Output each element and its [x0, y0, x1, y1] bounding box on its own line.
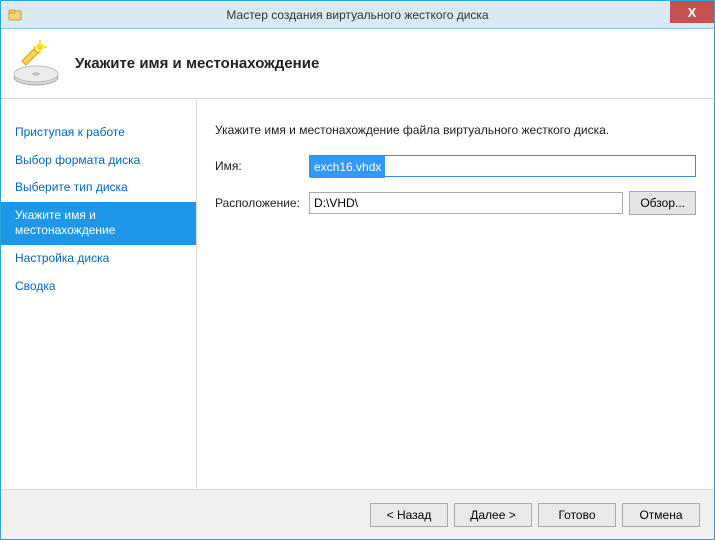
- close-icon: X: [688, 5, 697, 20]
- disk-icon: [11, 39, 61, 89]
- sidebar-step-configure[interactable]: Настройка диска: [1, 245, 196, 273]
- wizard-footer: < Назад Далее > Готово Отмена: [1, 489, 714, 539]
- instruction-text: Укажите имя и местонахождение файла вирт…: [215, 123, 696, 137]
- titlebar: Мастер создания виртуального жесткого ди…: [1, 1, 714, 29]
- location-label: Расположение:: [215, 196, 309, 210]
- location-input[interactable]: [309, 192, 623, 214]
- sidebar-step-start[interactable]: Приступая к работе: [1, 119, 196, 147]
- name-row: Имя: exch16.vhdx: [215, 155, 696, 177]
- wizard-body: Приступая к работе Выбор формата диска В…: [1, 99, 714, 489]
- finish-button[interactable]: Готово: [538, 503, 616, 527]
- sidebar-step-format[interactable]: Выбор формата диска: [1, 147, 196, 175]
- close-button[interactable]: X: [670, 1, 714, 23]
- steps-sidebar: Приступая к работе Выбор формата диска В…: [1, 99, 197, 489]
- name-input-value: exch16.vhdx: [310, 156, 385, 178]
- wizard-window: Мастер создания виртуального жесткого ди…: [0, 0, 715, 540]
- next-button[interactable]: Далее >: [454, 503, 532, 527]
- name-input[interactable]: exch16.vhdx: [309, 155, 696, 177]
- name-label: Имя:: [215, 159, 309, 173]
- sidebar-step-summary[interactable]: Сводка: [1, 273, 196, 301]
- app-icon: [7, 7, 23, 23]
- wizard-header: Укажите имя и местонахождение: [1, 29, 714, 99]
- location-row: Расположение: Обзор...: [215, 191, 696, 215]
- content-pane: Укажите имя и местонахождение файла вирт…: [197, 99, 714, 489]
- sidebar-step-type[interactable]: Выберите тип диска: [1, 174, 196, 202]
- back-button[interactable]: < Назад: [370, 503, 448, 527]
- sidebar-step-name-location[interactable]: Укажите имя и местонахождение: [1, 202, 196, 245]
- page-title: Укажите имя и местонахождение: [75, 55, 319, 72]
- browse-button[interactable]: Обзор...: [629, 191, 696, 215]
- cancel-button[interactable]: Отмена: [622, 503, 700, 527]
- window-title: Мастер создания виртуального жесткого ди…: [1, 8, 714, 22]
